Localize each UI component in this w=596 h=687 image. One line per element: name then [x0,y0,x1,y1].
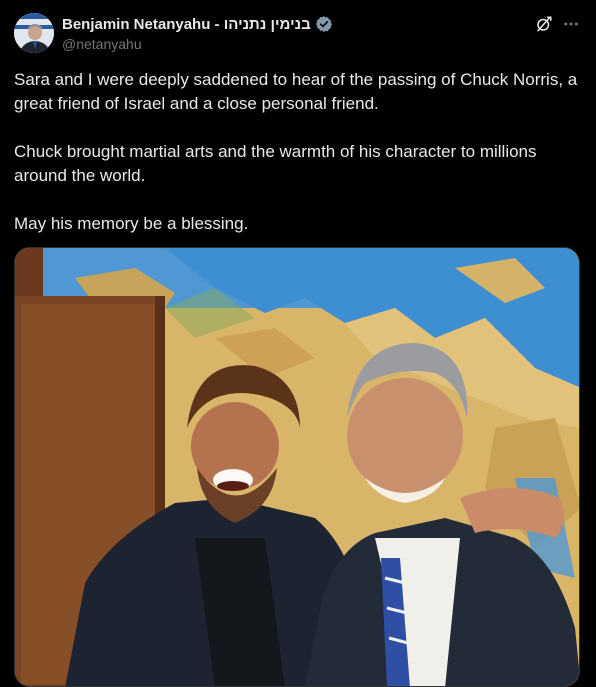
post-container: Benjamin Netanyahu - בנימין נתניהו @neta… [0,0,596,687]
author-handle[interactable]: @netanyahu [62,36,142,52]
post-paragraph: Chuck brought martial arts and the warmt… [14,142,537,185]
photo-illustration [15,248,579,686]
post-paragraph: May his memory be a blessing. [14,214,249,233]
author-avatar[interactable] [14,13,54,53]
grok-icon[interactable] [534,14,554,34]
more-icon[interactable] [561,14,581,34]
author-display-name[interactable]: Benjamin Netanyahu - בנימין נתניהו [62,16,311,33]
post-text: Sara and I were deeply saddened to hear … [14,68,582,260]
verified-badge-icon[interactable] [315,15,333,33]
post-paragraph: Sara and I were deeply saddened to hear … [14,70,578,113]
author-name-row: Benjamin Netanyahu - בנימין נתניהו [62,14,333,34]
post-photo[interactable] [14,247,580,687]
